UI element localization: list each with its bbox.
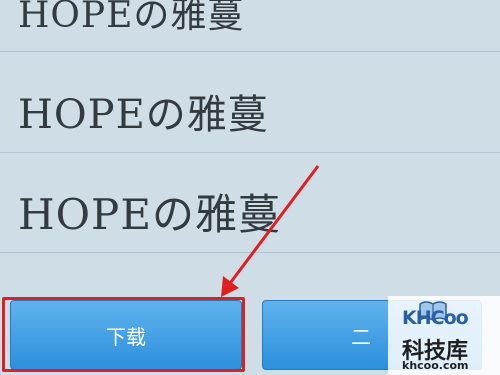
arrow-head <box>221 276 239 297</box>
watermark-logo: KHCoo 科技库 khcoo.com <box>388 296 500 375</box>
watermark-url: khcoo.com <box>402 359 469 372</box>
arrow-shaft <box>226 165 320 287</box>
watermark-brand: KHCoo <box>402 307 469 329</box>
